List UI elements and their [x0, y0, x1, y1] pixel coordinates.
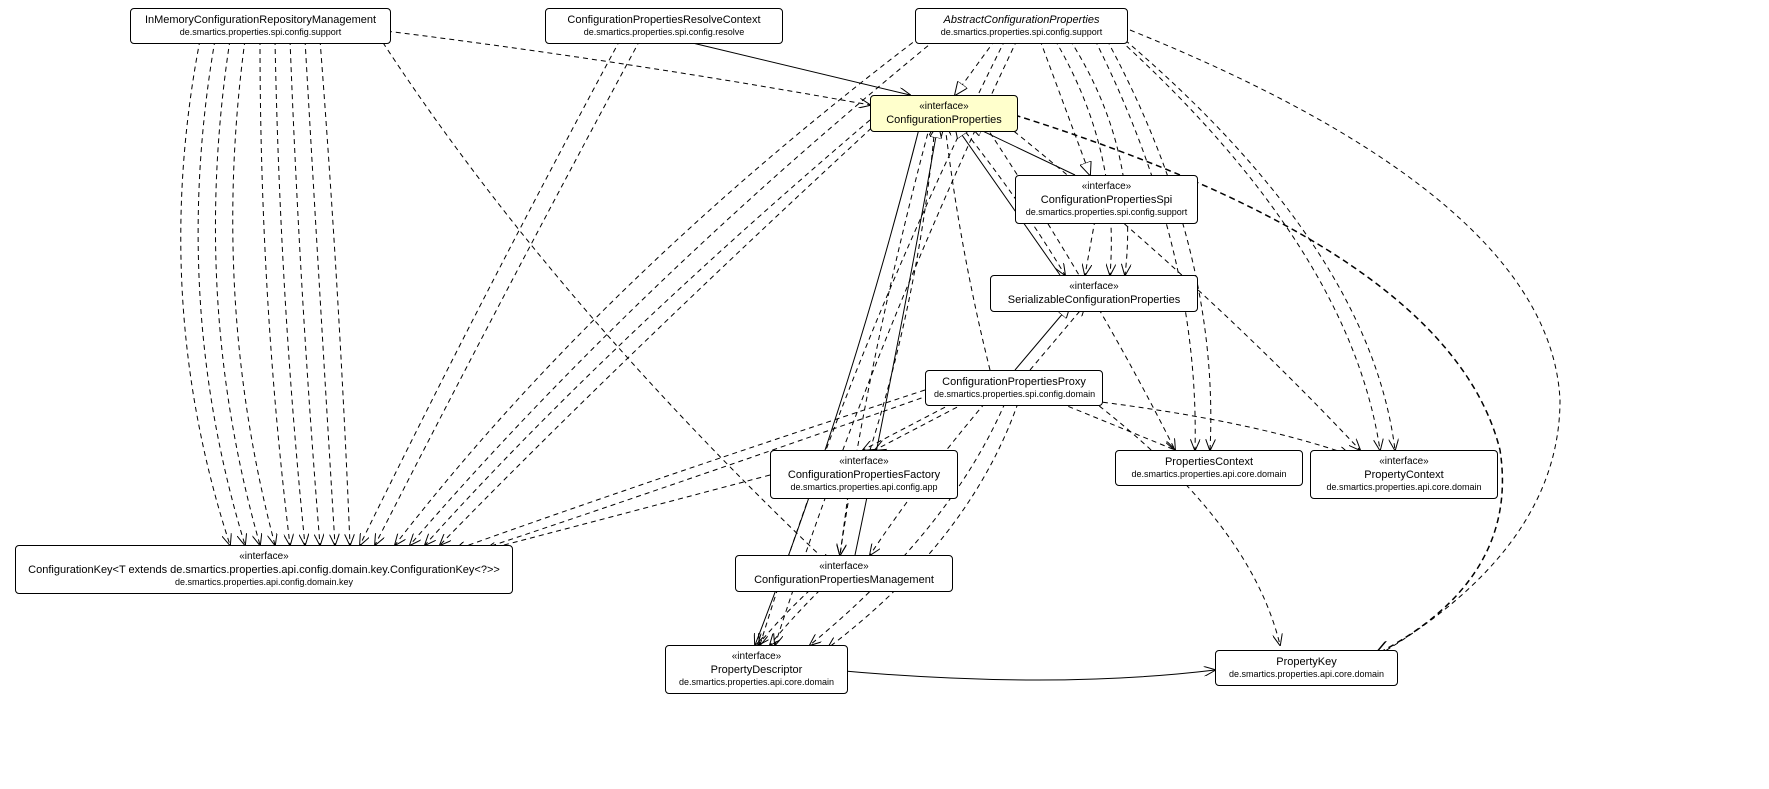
node-properties-context[interactable]: PropertiesContext de.smartics.properties… — [1115, 450, 1303, 486]
node-name: ConfigurationPropertiesFactory — [779, 468, 949, 482]
node-stereotype: «interface» — [779, 455, 949, 468]
node-name: ConfigurationPropertiesManagement — [744, 573, 944, 587]
node-package: de.smartics.properties.spi.config.suppor… — [139, 27, 382, 39]
node-package: de.smartics.properties.spi.config.suppor… — [924, 27, 1119, 39]
node-config-properties[interactable]: «interface» ConfigurationProperties — [870, 95, 1018, 132]
node-name: ConfigurationKey<T extends de.smartics.p… — [24, 563, 504, 577]
node-name: ConfigurationPropertiesProxy — [934, 375, 1094, 389]
node-stereotype: «interface» — [674, 650, 839, 663]
node-name: PropertyKey — [1224, 655, 1389, 669]
node-stereotype: «interface» — [24, 550, 504, 563]
node-name: ConfigurationProperties — [879, 113, 1009, 127]
node-property-descriptor[interactable]: «interface» PropertyDescriptor de.smarti… — [665, 645, 848, 694]
node-name: ConfigurationPropertiesSpi — [1024, 193, 1189, 207]
node-name: InMemoryConfigurationRepositoryManagemen… — [139, 13, 382, 27]
node-property-context[interactable]: «interface» PropertyContext de.smartics.… — [1310, 450, 1498, 499]
node-management[interactable]: «interface» ConfigurationPropertiesManag… — [735, 555, 953, 592]
node-serializable[interactable]: «interface» SerializableConfigurationPro… — [990, 275, 1198, 312]
node-package: de.smartics.properties.api.core.domain — [1319, 482, 1489, 494]
node-proxy[interactable]: ConfigurationPropertiesProxy de.smartics… — [925, 370, 1103, 406]
node-package: de.smartics.properties.spi.config.suppor… — [1024, 207, 1189, 219]
node-config-spi[interactable]: «interface» ConfigurationPropertiesSpi d… — [1015, 175, 1198, 224]
node-factory[interactable]: «interface» ConfigurationPropertiesFacto… — [770, 450, 958, 499]
node-package: de.smartics.properties.api.core.domain — [674, 677, 839, 689]
node-package: de.smartics.properties.api.core.domain — [1124, 469, 1294, 481]
node-package: de.smartics.properties.api.core.domain — [1224, 669, 1389, 681]
node-package: de.smartics.properties.api.config.app — [779, 482, 949, 494]
node-name: PropertyContext — [1319, 468, 1489, 482]
node-stereotype: «interface» — [999, 280, 1189, 293]
node-package: de.smartics.properties.spi.config.resolv… — [554, 27, 774, 39]
node-resolve-context[interactable]: ConfigurationPropertiesResolveContext de… — [545, 8, 783, 44]
node-package: de.smartics.properties.spi.config.domain — [934, 389, 1094, 401]
node-name: ConfigurationPropertiesResolveContext — [554, 13, 774, 27]
node-abstract-config[interactable]: AbstractConfigurationProperties de.smart… — [915, 8, 1128, 44]
node-stereotype: «interface» — [1024, 180, 1189, 193]
node-stereotype: «interface» — [879, 100, 1009, 113]
node-stereotype: «interface» — [744, 560, 944, 573]
node-name: AbstractConfigurationProperties — [924, 13, 1119, 27]
node-name: SerializableConfigurationProperties — [999, 293, 1189, 307]
node-property-key[interactable]: PropertyKey de.smartics.properties.api.c… — [1215, 650, 1398, 686]
node-inmemory[interactable]: InMemoryConfigurationRepositoryManagemen… — [130, 8, 391, 44]
node-config-key[interactable]: «interface» ConfigurationKey<T extends d… — [15, 545, 513, 594]
node-package: de.smartics.properties.api.config.domain… — [24, 577, 504, 589]
node-name: PropertiesContext — [1124, 455, 1294, 469]
node-name: PropertyDescriptor — [674, 663, 839, 677]
node-stereotype: «interface» — [1319, 455, 1489, 468]
